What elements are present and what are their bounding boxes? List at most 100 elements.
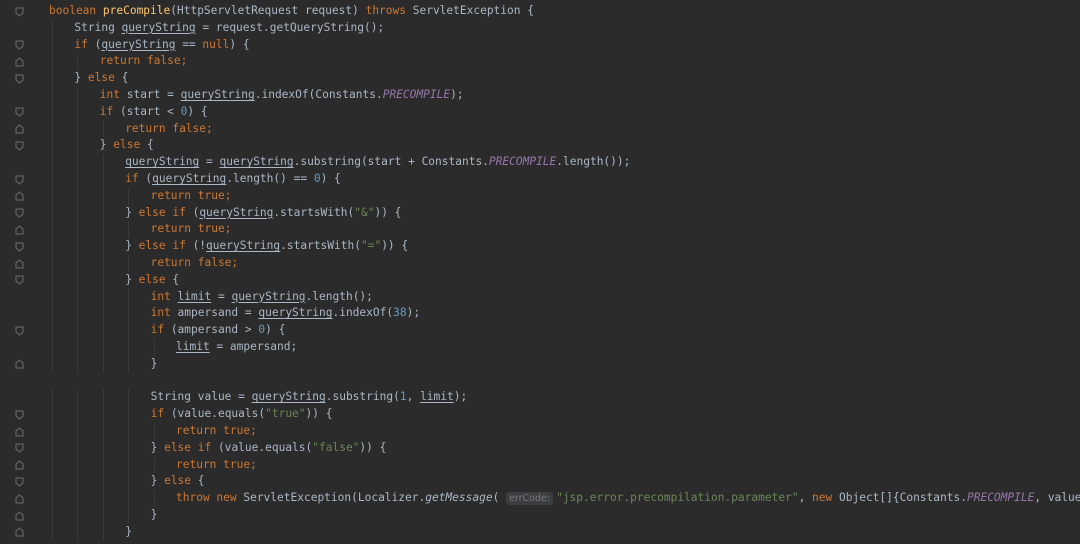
code-token: ( [492, 491, 507, 505]
code-line[interactable]: } else if (!queryString.startsWith("="))… [0, 238, 1080, 255]
code-token: if [74, 37, 95, 51]
code-line[interactable]: return true; [0, 456, 1080, 474]
code-line[interactable]: int start = queryString.indexOf(Constant… [0, 86, 1080, 104]
indent-guide [153, 456, 155, 474]
code-token: queryString [101, 37, 176, 51]
code-token: PRECOMPILE [966, 491, 1035, 505]
code-line[interactable]: if (ampersand > 0) { [0, 322, 1080, 339]
code-token: .length() == [226, 171, 314, 185]
code-line[interactable] [0, 373, 1080, 390]
code-token: } [150, 440, 165, 454]
code-token: queryString [121, 20, 196, 34]
code-token: 38 [393, 306, 407, 320]
indent-guide [102, 271, 104, 289]
code-line[interactable]: } else { [0, 473, 1080, 491]
code-token: .indexOf(Constants. [254, 87, 383, 101]
indent-guide [52, 154, 53, 171]
indent-guide [77, 288, 79, 306]
code-token: } [150, 474, 165, 488]
code-line[interactable]: int limit = queryString.length(); [0, 288, 1080, 306]
code-token: )) { [374, 205, 402, 219]
code-line[interactable]: boolean preCompile(HttpServletRequest re… [0, 3, 1080, 20]
code-editor[interactable]: boolean preCompile(HttpServletRequest re… [0, 0, 1080, 544]
code-token: queryString [219, 155, 294, 169]
code-line[interactable]: } else if (queryString.startsWith("&")) … [0, 204, 1080, 222]
indent-guide [102, 204, 104, 222]
indent-guide [52, 456, 53, 474]
code-token: ) { [229, 37, 250, 51]
code-token: queryString [231, 289, 306, 303]
code-token: "false" [312, 440, 360, 454]
code-token: queryString [180, 87, 255, 101]
code-token: 1 [399, 390, 407, 404]
code-line[interactable]: return false; [0, 254, 1080, 272]
indent-guide [77, 523, 79, 541]
code-token: return false; [150, 255, 239, 269]
code-line[interactable]: queryString = queryString.substring(star… [0, 154, 1080, 171]
code-token: .substring(start + Constants. [293, 155, 489, 169]
code-line[interactable]: return true; [0, 422, 1080, 440]
code-line[interactable]: } else { [0, 70, 1080, 87]
code-line[interactable]: if (queryString == null) { [0, 36, 1080, 54]
indent-guide [52, 422, 53, 440]
indent-guide [128, 322, 130, 339]
code-token: String [74, 20, 122, 34]
code-line[interactable]: int ampersand = queryString.indexOf(38); [0, 305, 1080, 323]
code-token: ); [450, 87, 464, 101]
code-line[interactable]: if (queryString.length() == 0) { [0, 170, 1080, 188]
indent-guide [52, 187, 53, 205]
code-area[interactable]: boolean preCompile(HttpServletRequest re… [0, 3, 1080, 541]
code-token: == [175, 37, 203, 51]
code-token: (start < [120, 104, 181, 118]
code-token: if [150, 323, 171, 337]
indent-guide [52, 490, 53, 507]
indent-guide [128, 305, 130, 323]
code-token: else if [138, 239, 193, 253]
code-token: queryString [206, 239, 281, 253]
code-line[interactable]: return false; [0, 53, 1080, 71]
indent-guide [52, 473, 53, 491]
code-token: { [121, 71, 129, 85]
indent-guide [77, 456, 79, 474]
code-token: limit [177, 289, 212, 303]
code-line[interactable]: } else { [0, 271, 1080, 289]
code-line[interactable]: limit = ampersand; [0, 338, 1080, 356]
code-token: else if [138, 205, 193, 219]
code-token: 0 [313, 171, 321, 185]
code-token: ) { [320, 171, 341, 185]
code-token: if [125, 171, 146, 185]
code-line[interactable]: return true; [0, 221, 1080, 239]
code-line[interactable]: return true; [0, 187, 1080, 205]
indent-guide [52, 389, 53, 407]
code-token: = [211, 289, 232, 303]
code-token: ServletException { [412, 4, 534, 17]
code-line[interactable]: } [0, 506, 1080, 524]
code-token: else [113, 138, 147, 152]
code-token: "jsp.error.precompilation.parameter" [556, 491, 799, 505]
code-line[interactable]: } else if (value.equals("false")) { [0, 439, 1080, 457]
code-token: queryString [258, 306, 333, 320]
code-token: )) { [359, 440, 387, 454]
code-line[interactable]: if (value.equals("true")) { [0, 406, 1080, 423]
code-line[interactable]: throw new ServletException(Localizer.get… [0, 490, 1080, 507]
code-token: .startsWith( [273, 205, 355, 219]
code-line[interactable]: return false; [0, 120, 1080, 138]
indent-guide [128, 406, 130, 423]
indent-guide [52, 86, 53, 104]
code-line[interactable]: } [0, 523, 1080, 541]
indent-guide [102, 254, 104, 272]
code-token: } [125, 272, 139, 286]
code-line[interactable]: String value = queryString.substring(1, … [0, 389, 1080, 407]
code-line[interactable]: } else { [0, 137, 1080, 155]
indent-guide [102, 439, 104, 457]
code-line[interactable]: String queryString = request.getQueryStr… [0, 19, 1080, 37]
indent-guide [128, 221, 130, 239]
indent-guide [77, 422, 79, 440]
code-line[interactable]: if (start < 0) { [0, 103, 1080, 121]
code-line[interactable]: } [0, 355, 1080, 373]
code-token: else [87, 71, 122, 85]
code-token: if [150, 407, 171, 421]
indent-guide [52, 103, 53, 121]
code-token: } [150, 356, 158, 370]
code-token: ) { [187, 104, 208, 118]
